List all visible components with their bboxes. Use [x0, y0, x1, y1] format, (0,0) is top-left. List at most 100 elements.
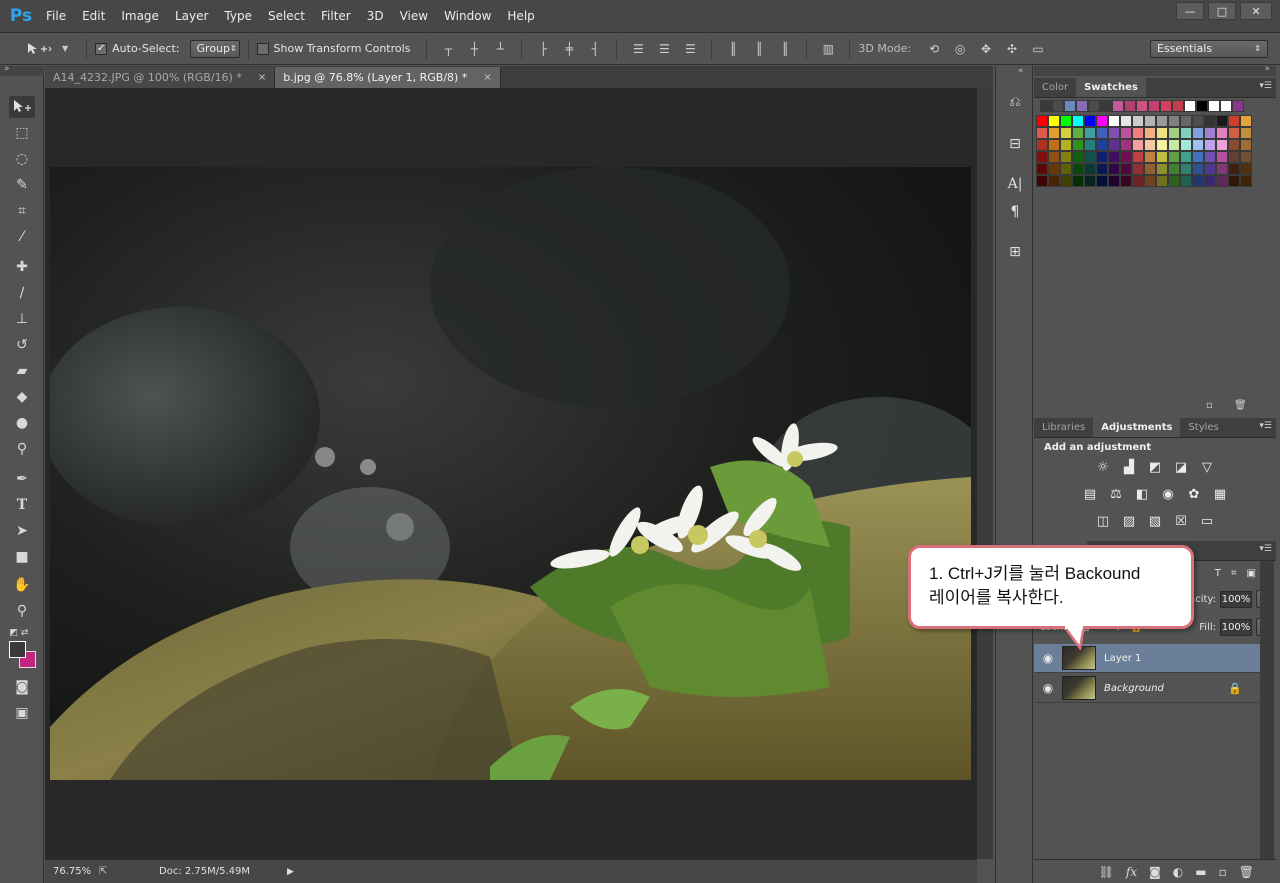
- auto-align-layers-icon[interactable]: ▥: [820, 41, 836, 57]
- swatch[interactable]: [1184, 100, 1196, 112]
- swatch[interactable]: [1168, 115, 1180, 127]
- swatch[interactable]: [1084, 163, 1096, 175]
- swatch[interactable]: [1132, 115, 1144, 127]
- auto-select-mode-select[interactable]: Group ⇕: [189, 39, 240, 58]
- align-bottom-edges-icon[interactable]: ┴: [492, 41, 508, 57]
- swatch[interactable]: [1096, 139, 1108, 151]
- panel-menu-icon[interactable]: ▾☰: [1259, 544, 1272, 554]
- swatch[interactable]: [1108, 175, 1120, 187]
- swatch[interactable]: [1072, 175, 1084, 187]
- foreground-color-swatch[interactable]: [9, 641, 26, 658]
- pen-tool-icon[interactable]: ✒: [9, 468, 35, 490]
- swatch[interactable]: [1240, 151, 1252, 163]
- distribute-top-icon[interactable]: ☰: [630, 41, 646, 57]
- eraser-tool-icon[interactable]: ▰: [9, 360, 35, 382]
- export-icon[interactable]: ⇱: [99, 866, 159, 877]
- swatch[interactable]: [1036, 151, 1048, 163]
- swatch[interactable]: [1192, 151, 1204, 163]
- swatch[interactable]: [1144, 139, 1156, 151]
- swatch[interactable]: [1216, 151, 1228, 163]
- 3d-pan-icon[interactable]: ✥: [978, 41, 994, 57]
- panel-menu-icon[interactable]: ▾☰: [1259, 81, 1272, 91]
- history-panel-icon[interactable]: ⎌: [1004, 92, 1026, 112]
- swatch[interactable]: [1084, 139, 1096, 151]
- menu-type[interactable]: Type: [216, 0, 260, 33]
- color-lookup-icon[interactable]: ▦: [1210, 485, 1230, 503]
- menu-edit[interactable]: Edit: [74, 0, 113, 33]
- swatch[interactable]: [1144, 163, 1156, 175]
- zoom-tool-icon[interactable]: ⚲: [9, 600, 35, 622]
- invert-icon[interactable]: ◫: [1093, 512, 1113, 530]
- menu-filter[interactable]: Filter: [313, 0, 359, 33]
- swatch[interactable]: [1156, 139, 1168, 151]
- black-white-icon[interactable]: ◧: [1132, 485, 1152, 503]
- swatch[interactable]: [1096, 127, 1108, 139]
- tab-b-jpg[interactable]: b.jpg @ 76.8% (Layer 1, RGB/8) * ×: [275, 67, 501, 88]
- 3d-slide-icon[interactable]: ✣: [1004, 41, 1020, 57]
- swatch[interactable]: [1088, 100, 1100, 112]
- show-transform-checkbox[interactable]: [256, 42, 269, 55]
- brush-tool-icon[interactable]: ∕: [9, 282, 35, 304]
- history-brush-tool-icon[interactable]: ↺: [9, 334, 35, 356]
- swatch[interactable]: [1060, 175, 1072, 187]
- swatch[interactable]: [1228, 151, 1240, 163]
- swatch[interactable]: [1228, 163, 1240, 175]
- swatch[interactable]: [1072, 115, 1084, 127]
- brightness-contrast-icon[interactable]: ☼: [1093, 458, 1113, 476]
- document-image[interactable]: [50, 167, 971, 780]
- swatch[interactable]: [1144, 175, 1156, 187]
- swatch[interactable]: [1240, 139, 1252, 151]
- swatch[interactable]: [1192, 115, 1204, 127]
- swatch[interactable]: [1240, 127, 1252, 139]
- visibility-eye-icon[interactable]: ◉: [1034, 681, 1062, 695]
- swatch[interactable]: [1096, 115, 1108, 127]
- close-tab-icon[interactable]: ×: [483, 72, 491, 83]
- vibrance-icon[interactable]: ▽: [1197, 458, 1217, 476]
- swatch[interactable]: [1096, 175, 1108, 187]
- filter-smart-icon[interactable]: ▣: [1247, 568, 1256, 579]
- swatch[interactable]: [1144, 127, 1156, 139]
- swatch[interactable]: [1084, 175, 1096, 187]
- swatch[interactable]: [1096, 163, 1108, 175]
- type-tool-icon[interactable]: T: [9, 494, 35, 516]
- hand-tool-icon[interactable]: ✋: [9, 574, 35, 596]
- swatch[interactable]: [1108, 163, 1120, 175]
- swatch[interactable]: [1048, 139, 1060, 151]
- swatch[interactable]: [1168, 127, 1180, 139]
- layer-name[interactable]: Layer 1: [1104, 653, 1141, 664]
- menu-view[interactable]: View: [392, 0, 436, 33]
- swatch[interactable]: [1060, 115, 1072, 127]
- swatch[interactable]: [1036, 163, 1048, 175]
- swatch[interactable]: [1240, 115, 1252, 127]
- swatch[interactable]: [1060, 151, 1072, 163]
- delete-layer-icon[interactable]: 🗑: [1239, 865, 1254, 879]
- swatch[interactable]: [1072, 127, 1084, 139]
- swatch[interactable]: [1228, 139, 1240, 151]
- opacity-input[interactable]: 100%: [1220, 590, 1252, 608]
- swatch[interactable]: [1084, 151, 1096, 163]
- align-left-edges-icon[interactable]: ├: [535, 41, 551, 57]
- swatch[interactable]: [1216, 115, 1228, 127]
- menu-help[interactable]: Help: [499, 0, 542, 33]
- swatch[interactable]: [1084, 115, 1096, 127]
- properties-panel-icon[interactable]: ⊟: [1004, 134, 1026, 154]
- move-tool-preset-icon[interactable]: [26, 42, 62, 56]
- swatch[interactable]: [1048, 115, 1060, 127]
- tab-color[interactable]: Color: [1034, 78, 1076, 97]
- swatch[interactable]: [1180, 127, 1192, 139]
- panel-menu-icon[interactable]: ▾☰: [1259, 421, 1272, 431]
- swatch[interactable]: [1120, 151, 1132, 163]
- healing-brush-tool-icon[interactable]: ✚: [9, 256, 35, 278]
- panels-collapse[interactable]: »: [1034, 64, 1276, 76]
- add-mask-icon[interactable]: ◙: [1149, 865, 1161, 879]
- chevron-down-icon[interactable]: ▼: [62, 44, 68, 53]
- swatch[interactable]: [1076, 100, 1088, 112]
- align-top-edges-icon[interactable]: ┬: [440, 41, 456, 57]
- swatch[interactable]: [1180, 151, 1192, 163]
- tab-a14-4232[interactable]: A14_4232.JPG @ 100% (RGB/16) * ×: [45, 67, 276, 88]
- swatch[interactable]: [1228, 175, 1240, 187]
- swatch[interactable]: [1156, 127, 1168, 139]
- swatch[interactable]: [1216, 175, 1228, 187]
- layer-style-icon[interactable]: fx: [1126, 865, 1137, 879]
- hue-saturation-icon[interactable]: ▤: [1080, 485, 1100, 503]
